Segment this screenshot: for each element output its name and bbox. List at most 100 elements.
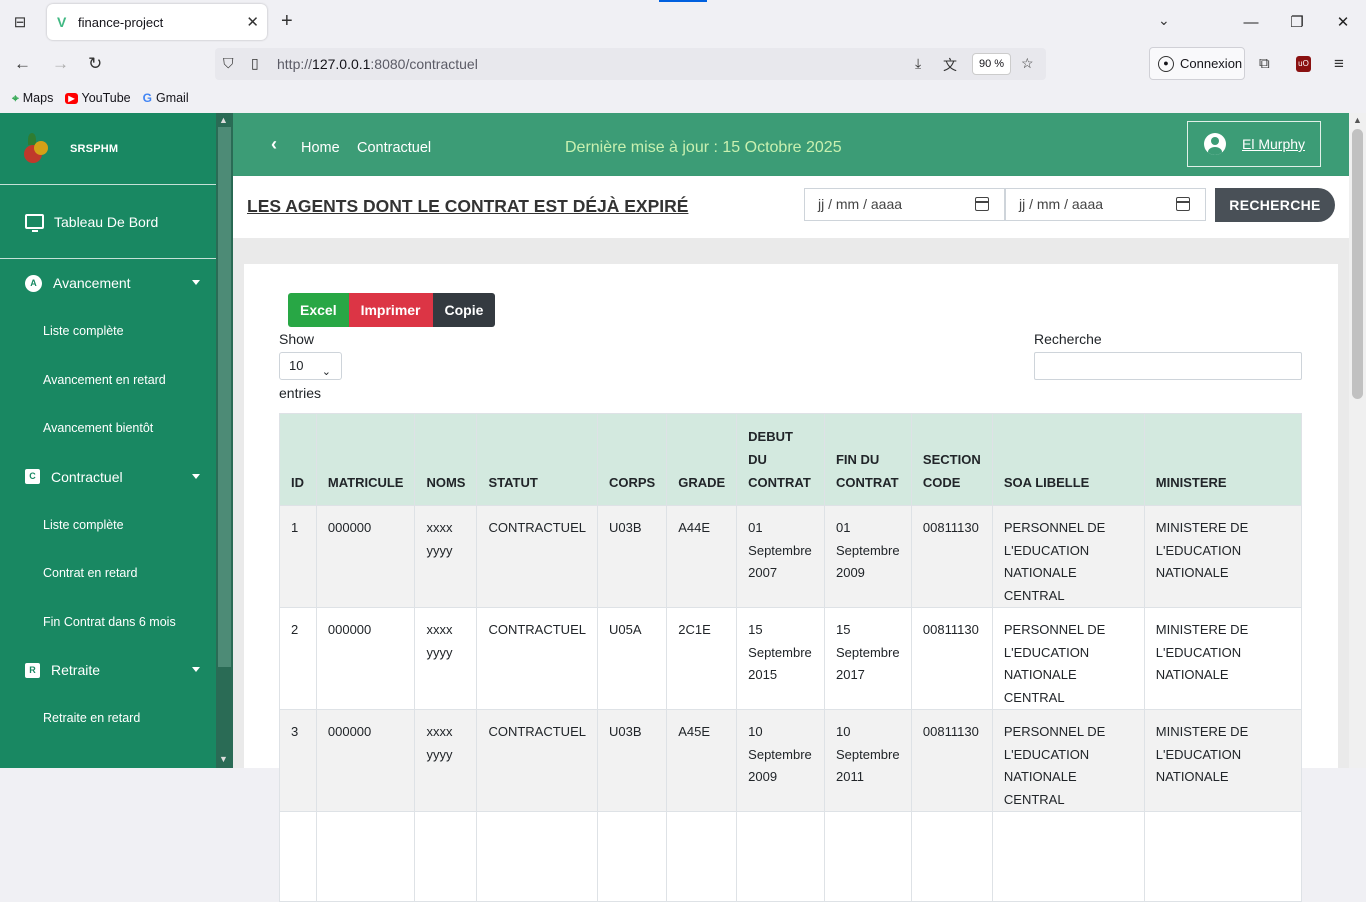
url-text[interactable]: http://127.0.0.1:8080/contractuel <box>277 56 478 72</box>
bookmark-maps[interactable]: ⌖ Maps <box>12 91 53 106</box>
minimize-button[interactable]: — <box>1228 14 1274 31</box>
user-name[interactable]: El Murphy <box>1242 136 1305 152</box>
sidebar-item-fin-contrat[interactable]: Fin Contrat dans 6 mois <box>0 598 216 647</box>
table-cell: MINISTERE DE L'EDUCATION NATIONALE <box>1143 505 1303 608</box>
table-cell: U03B <box>596 709 668 812</box>
column-header[interactable]: DEBUT DU CONTRAT <box>736 413 825 506</box>
forward-icon[interactable]: → <box>52 54 69 74</box>
browser-tab[interactable]: V finance-project ✕ <box>47 4 267 40</box>
sidebar-scroll-thumb[interactable] <box>218 127 231 667</box>
sidebar-item-contractuel-liste[interactable]: Liste complète <box>0 501 216 550</box>
sidebar-item-avancement-bientot[interactable]: Avancement bientôt <box>0 404 216 453</box>
column-header[interactable]: MATRICULE <box>315 413 416 506</box>
column-header[interactable]: SECTION CODE <box>910 413 993 506</box>
table-cell: 10 Septembre 2009 <box>736 709 825 812</box>
table-cell: PERSONNEL DE L'EDUCATION NATIONALE CENTR… <box>991 505 1145 608</box>
sidebar-item-dashboard[interactable]: Tableau De Bord <box>0 185 216 259</box>
table-cell <box>279 811 317 902</box>
retraite-badge-icon: R <box>25 662 40 678</box>
excel-button[interactable]: Excel <box>288 293 349 327</box>
page-icon[interactable]: ▯ <box>251 55 259 72</box>
column-header[interactable]: CORPS <box>596 413 668 506</box>
maps-icon: ⌖ <box>12 90 19 105</box>
column-header[interactable]: FIN DU CONTRAT <box>823 413 912 506</box>
sidebar-scrollbar[interactable]: ▲ ▼ <box>216 113 233 768</box>
brand[interactable]: SRSPHM <box>0 113 216 185</box>
show-label: Show <box>279 331 315 347</box>
calendar-icon[interactable] <box>1176 197 1190 211</box>
table-cell: CONTRACTUEL <box>476 709 598 812</box>
scroll-up-icon[interactable]: ▲ <box>219 115 228 125</box>
column-header[interactable]: MINISTERE <box>1143 413 1303 506</box>
column-header[interactable]: NOMS <box>414 413 478 506</box>
breadcrumb-home[interactable]: Home <box>301 140 340 156</box>
table-cell: 000000 <box>315 505 416 608</box>
translate-icon[interactable]: 文 <box>943 55 957 75</box>
menu-icon[interactable]: ≡ <box>1334 54 1344 74</box>
table-row[interactable]: 2 000000 xxxx yyyy CONTRACTUEL U05A 2C1E… <box>279 607 1303 710</box>
table-row[interactable]: 1 000000 xxxx yyyy CONTRACTUEL U03B A44E… <box>279 505 1303 608</box>
zoom-level[interactable]: 90 % <box>972 53 1011 75</box>
scroll-up-icon[interactable]: ▲ <box>1353 115 1362 125</box>
table-row[interactable]: 3 000000 xxxx yyyy CONTRACTUEL U03B A45E… <box>279 709 1303 812</box>
page-scroll-thumb[interactable] <box>1352 129 1363 399</box>
scroll-down-icon[interactable]: ▼ <box>219 754 228 764</box>
table-cell: PERSONNEL DE L'EDUCATION NATIONALE CENTR… <box>991 709 1145 812</box>
date-to-input[interactable]: jj / mm / aaaa <box>1005 188 1206 221</box>
print-button[interactable]: Imprimer <box>348 293 433 327</box>
window-controls: — ❐ ✕ <box>1228 0 1366 44</box>
search-button[interactable]: RECHERCHE <box>1215 188 1335 222</box>
ublock-icon[interactable]: uO <box>1296 56 1311 72</box>
sidebar-section-label: Contractuel <box>51 468 123 485</box>
brand-name: SRSPHM <box>70 142 119 155</box>
bookmark-label: Maps <box>22 91 54 105</box>
agents-table: ID MATRICULE NOMS STATUT CORPS GRADE DEB… <box>279 413 1303 902</box>
bookmark-star-icon[interactable]: ☆ <box>1021 55 1034 72</box>
copy-button[interactable]: Copie <box>432 293 496 327</box>
monitor-icon <box>25 214 44 232</box>
table-search-input[interactable] <box>1034 352 1302 380</box>
sidebar-section-label: Avancement <box>53 275 131 291</box>
close-window-button[interactable]: ✕ <box>1320 13 1366 31</box>
sidebar-section-retraite[interactable]: R Retraite <box>0 646 216 694</box>
table-cell: U05A <box>596 607 668 710</box>
user-menu[interactable]: El Murphy <box>1187 121 1321 167</box>
column-header[interactable]: SOA LIBELLE <box>991 413 1145 506</box>
calendar-icon[interactable] <box>975 197 989 211</box>
bookmark-label: YouTube <box>81 91 131 105</box>
sidebar-item-retraite-retard[interactable]: Retraite en retard <box>0 694 216 743</box>
sidebar-item-avancement-retard[interactable]: Avancement en retard <box>0 356 216 405</box>
maximize-button[interactable]: ❐ <box>1274 13 1320 31</box>
sidebar-section-avancement[interactable]: A Avancement <box>0 259 216 307</box>
shield-icon[interactable]: ⛉ <box>223 55 234 72</box>
page-size-select[interactable]: 10 ⌄ <box>279 352 342 380</box>
vue-icon: V <box>57 14 67 30</box>
sidebar-item-contrat-retard[interactable]: Contrat en retard <box>0 549 216 598</box>
sidebar-item-label: Tableau De Bord <box>54 213 159 230</box>
chevron-left-icon[interactable]: ‹ <box>271 135 277 153</box>
close-tab-icon[interactable]: ✕ <box>246 13 259 31</box>
table-cell <box>476 811 598 902</box>
extensions-icon[interactable]: ⧉ <box>1259 54 1270 74</box>
reload-icon[interactable]: ↻ <box>88 54 102 74</box>
date-from-input[interactable]: jj / mm / aaaa <box>804 188 1005 221</box>
sidebar-section-contractuel[interactable]: C Contractuel <box>0 453 216 501</box>
bookmark-youtube[interactable]: ▶ YouTube <box>65 91 131 105</box>
back-icon[interactable]: ← <box>14 54 31 74</box>
sidebar-item-avancement-liste[interactable]: Liste complète <box>0 307 216 356</box>
table-cell: 1 <box>279 505 317 608</box>
account-button[interactable]: ● Connexion <box>1149 47 1245 80</box>
list-all-tabs-icon[interactable]: ⌄ <box>1158 12 1170 29</box>
page-scrollbar[interactable]: ▲ <box>1349 113 1366 768</box>
navigation-bar: ← → ↻ ⛉ ▯ http://127.0.0.1:8080/contract… <box>0 44 1366 84</box>
tab-title: finance-project <box>78 14 164 30</box>
tab-list-icon[interactable]: ⊟ <box>10 12 30 32</box>
download-icon[interactable]: ⤓ <box>915 55 921 72</box>
column-header[interactable]: GRADE <box>666 413 738 506</box>
column-header[interactable]: ID <box>279 413 317 506</box>
new-tab-button[interactable]: + <box>281 11 293 31</box>
url-bar[interactable]: ⛉ ▯ http://127.0.0.1:8080/contractuel ⤓ … <box>215 48 1046 80</box>
table-row[interactable] <box>279 811 1303 902</box>
column-header[interactable]: STATUT <box>476 413 598 506</box>
bookmark-gmail[interactable]: G Gmail <box>143 91 189 105</box>
